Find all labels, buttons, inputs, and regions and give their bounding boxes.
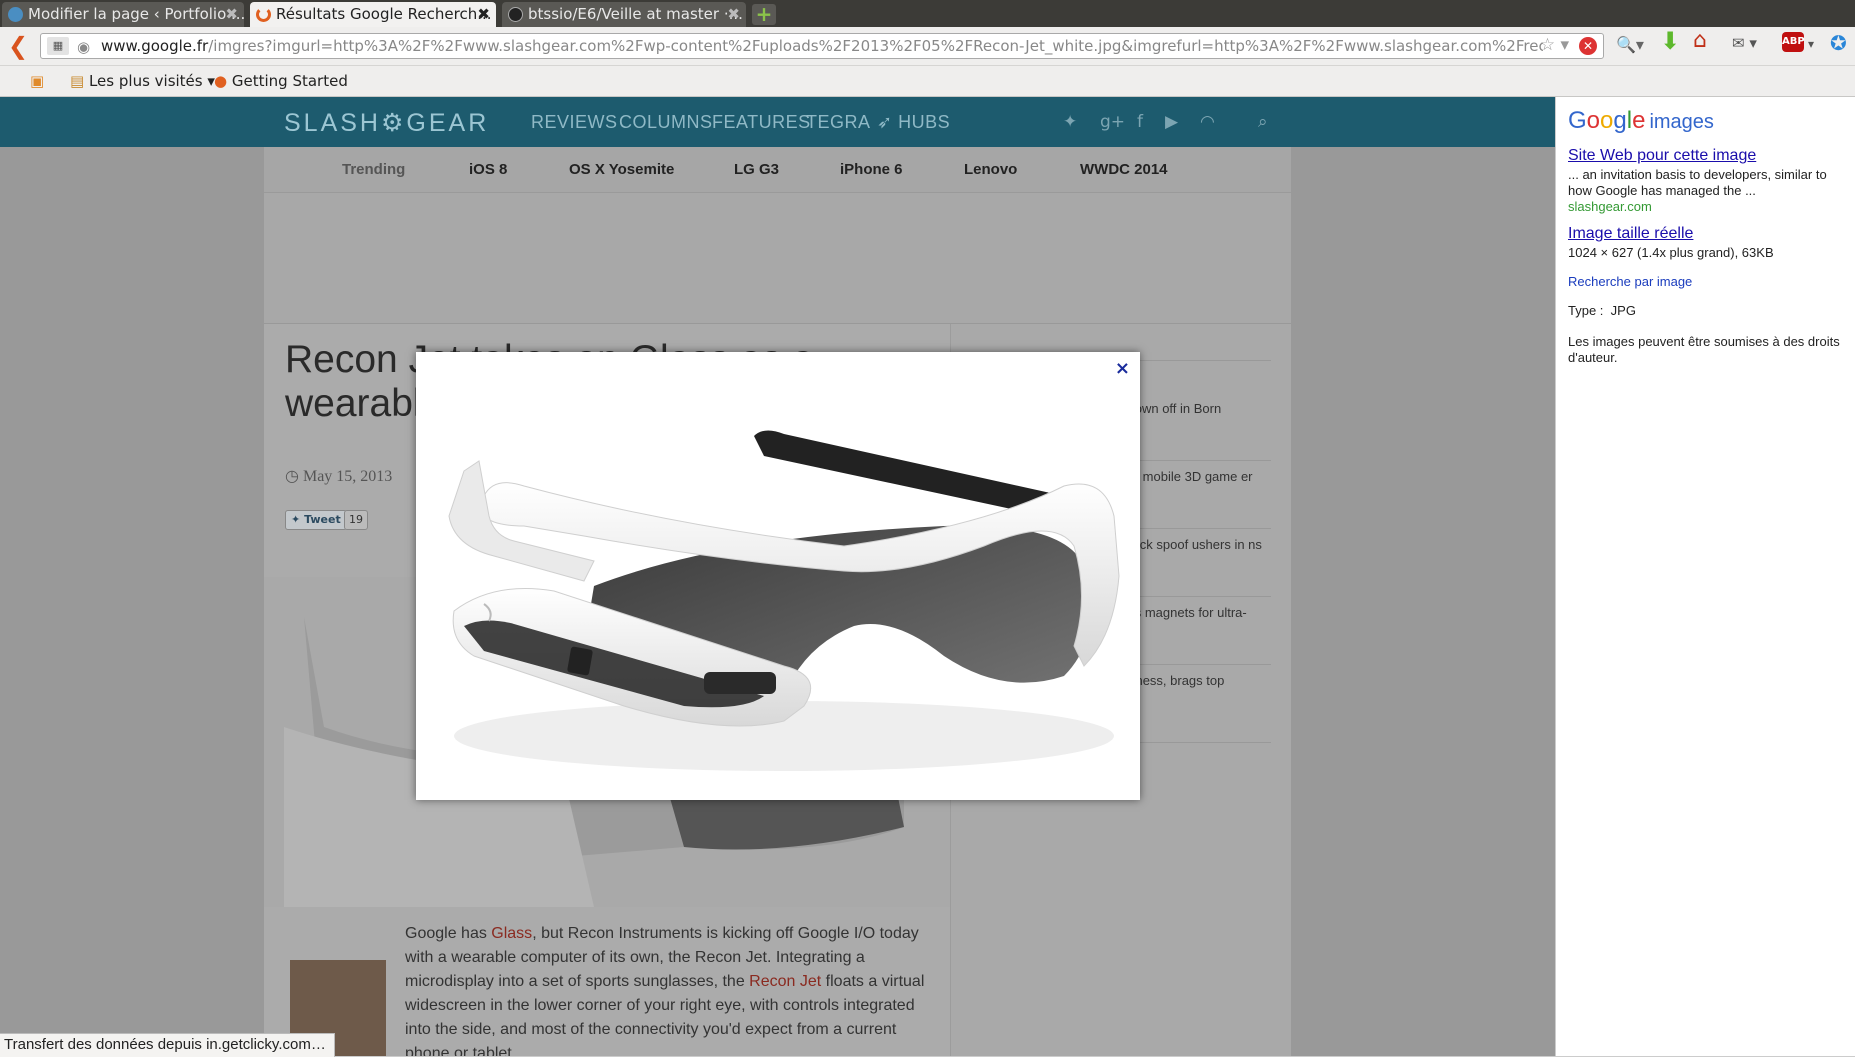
twitter-icon: ✦	[291, 513, 301, 526]
date-text: May 15, 2013	[302, 468, 393, 485]
article-body: Google has Glass, but Recon Instruments …	[405, 922, 925, 1056]
tab-google-results[interactable]: Résultats Google Recherch... ✖	[250, 2, 496, 27]
stop-icon[interactable]: ✕	[1579, 37, 1597, 55]
nav-features[interactable]: FEATURES	[712, 112, 811, 133]
facebook-icon[interactable]: f	[1137, 112, 1143, 132]
source-domain: slashgear.com	[1568, 199, 1652, 214]
loading-icon	[256, 7, 271, 22]
search-icon[interactable]: ⌕	[1258, 112, 1268, 132]
tab-bar: Modifier la page ‹ Portfolio ... ✖ Résul…	[0, 0, 1855, 27]
navigation-bar: ❮ ▦ ◉ www.google.fr/imgres?imgurl=http%3…	[0, 27, 1855, 66]
tab-close-icon[interactable]: ✖	[225, 2, 238, 27]
rss-icon[interactable]: ▣	[30, 70, 44, 92]
nav-hubs-label: HUBS	[898, 112, 951, 132]
url-path: /imgres?imgurl=http%3A%2F%2Fwww.slashgea…	[208, 37, 1543, 55]
site-logo[interactable]: SLASH⚙GEAR	[284, 108, 489, 138]
trending-item[interactable]: Lenovo	[964, 161, 1017, 178]
article-date: ◷ May 15, 2013	[285, 466, 392, 486]
youtube-icon[interactable]: ▶	[1165, 112, 1178, 132]
snippet: ... an invitation basis to developers, s…	[1568, 167, 1827, 198]
image-dimensions: 1024 × 627 (1.4x plus grand), 63KB	[1568, 245, 1774, 260]
bookmark-star-icon[interactable]: ☆ ▾	[1540, 35, 1569, 55]
google-images-logo[interactable]: Google images	[1568, 107, 1714, 135]
trending-item[interactable]: LG G3	[734, 161, 779, 178]
type-label: Type :	[1568, 303, 1604, 318]
body-text: Google has	[405, 925, 492, 942]
nav-columns[interactable]: COLUMNS	[619, 112, 713, 133]
tab-title: Modifier la page ‹ Portfolio ...	[28, 5, 244, 23]
trending-item[interactable]: iOS 8	[469, 161, 507, 178]
url-domain: www.google.fr	[101, 37, 209, 55]
twitter-icon[interactable]: ✦	[1063, 112, 1077, 132]
nav-hubs[interactable]: ➶ HUBS	[877, 112, 950, 133]
tab-close-icon[interactable]: ✖	[727, 2, 740, 27]
sidebar-story[interactable]: Black spoof ushers in ns	[1121, 537, 1281, 553]
wordpress-icon	[8, 7, 23, 22]
sidebar-story[interactable]: ses magnets for ultra-	[1121, 605, 1281, 621]
tab-close-icon[interactable]: ✖	[477, 2, 490, 27]
tab-title: Résultats Google Recherch...	[276, 5, 492, 23]
nav-tegra[interactable]: TEGRA	[806, 112, 871, 133]
status-bar: Transfert des données depuis in.getclick…	[0, 1033, 335, 1057]
extension-icon[interactable]: ✉ ▾	[1732, 31, 1757, 55]
search-by-image-link[interactable]: Recherche par image	[1568, 274, 1850, 290]
image-preview-modal: ×	[416, 352, 1140, 800]
sidebar-story[interactable]: shown off in Born	[1121, 401, 1281, 417]
sidebar-story[interactable]: ndness, brags top	[1121, 673, 1281, 689]
bookmarks-bar: ▣ ▤ Les plus visités ▾ ● Getting Started	[0, 66, 1855, 97]
home-icon[interactable]: ⌂	[1693, 29, 1707, 53]
bookmark-label: Getting Started	[231, 72, 348, 90]
trending-item[interactable]: OS X Yosemite	[569, 161, 674, 178]
url-text[interactable]: www.google.fr/imgres?imgurl=http%3A%2F%2…	[101, 34, 1543, 58]
clock-icon: ◷	[285, 468, 299, 485]
image-type: Type : JPG	[1568, 303, 1850, 319]
firefox-icon: ●	[214, 72, 228, 90]
url-bar[interactable]: ▦ ◉ www.google.fr/imgres?imgurl=http%3A%…	[40, 33, 1604, 59]
sync-icon[interactable]: ✪	[1830, 31, 1847, 55]
bookmark-label: Les plus visités	[88, 72, 203, 90]
tweet-label: Tweet	[304, 513, 341, 526]
copyright-note: Les images peuvent être soumises à des d…	[1568, 334, 1840, 365]
trending-bar: Trending iOS 8 OS X Yosemite LG G3 iPhon…	[264, 147, 1291, 193]
full-size-link[interactable]: Image taille réelle	[1568, 226, 1850, 242]
google-images-panel: Google images Site Web pour cette image .…	[1555, 97, 1855, 1056]
back-icon[interactable]: ❮	[8, 33, 28, 59]
glasses-image[interactable]	[424, 376, 1132, 796]
trending-item[interactable]: iPhone 6	[840, 161, 903, 178]
rocket-icon: ➶	[877, 112, 893, 132]
type-value: JPG	[1610, 303, 1636, 318]
google-plus-icon[interactable]: g+	[1100, 112, 1125, 132]
site-identity-icon[interactable]: ▦	[47, 37, 69, 55]
images-word: images	[1649, 111, 1714, 133]
rss-icon[interactable]: ◠	[1200, 112, 1215, 132]
adblock-icon[interactable]: ABP	[1782, 32, 1805, 52]
site-header: SLASH⚙GEAR REVIEWS COLUMNS FEATURES TEGR…	[0, 97, 1555, 147]
tweet-button[interactable]: ✦ Tweet	[285, 510, 347, 530]
search-engine-icon[interactable]: 🔍▾	[1616, 33, 1644, 57]
nav-reviews[interactable]: REVIEWS	[531, 112, 618, 133]
site-link[interactable]: Site Web pour cette image	[1568, 148, 1850, 164]
chevron-down-icon[interactable]: ▾	[1808, 32, 1814, 56]
folder-icon: ▤	[70, 72, 85, 90]
tweet-count: 19	[344, 510, 368, 530]
new-tab-button[interactable]: +	[752, 4, 776, 25]
trending-label: Trending	[342, 161, 406, 178]
tab-title: btssio/E6/Veille at master ·...	[528, 5, 743, 23]
glass-link[interactable]: Glass	[491, 925, 532, 942]
recon-jet-link[interactable]: Recon Jet	[749, 973, 821, 990]
github-icon	[508, 7, 523, 22]
bookmark-getting-started[interactable]: ● Getting Started	[214, 70, 348, 92]
trending-item[interactable]: WWDC 2014	[1080, 161, 1168, 178]
download-icon[interactable]: ⬇	[1660, 29, 1680, 53]
globe-icon: ◉	[77, 38, 91, 56]
bookmark-most-visited[interactable]: ▤ Les plus visités ▾	[70, 70, 215, 92]
ad-placeholder	[264, 193, 1291, 324]
tab-github[interactable]: btssio/E6/Veille at master ·... ✖	[502, 2, 746, 27]
tab-wordpress[interactable]: Modifier la page ‹ Portfolio ... ✖	[2, 2, 244, 27]
sidebar-story[interactable]: ted mobile 3D game er	[1121, 469, 1281, 485]
